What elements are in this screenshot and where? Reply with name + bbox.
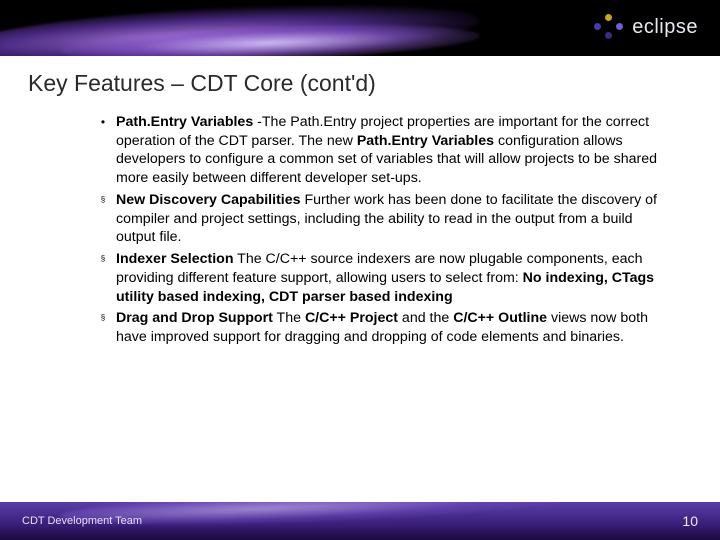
header-bar: eclipse (0, 0, 720, 56)
footer-team: CDT Development Team (22, 515, 142, 527)
bullet-square-icon: § (96, 250, 110, 268)
slide-title: Key Features – CDT Core (cont'd) (0, 56, 720, 105)
bullet-square-icon: § (96, 309, 110, 327)
eclipse-logo: eclipse (594, 14, 698, 40)
bullet-text-run: New Discovery Capabilities (116, 192, 301, 208)
page-number: 10 (682, 513, 698, 529)
bullet-list: •Path.Entry Variables -The Path.Entry pr… (96, 113, 674, 347)
bullet-text-run: and the (398, 310, 453, 326)
bullet-item: §New Discovery Capabilities Further work… (96, 191, 674, 247)
bullet-text-run: Path.Entry Variables (116, 114, 253, 130)
bullet-square-icon: § (96, 191, 110, 209)
bullet-text-run: C/C++ Outline (453, 310, 547, 326)
eclipse-logo-text: eclipse (632, 16, 698, 39)
slide-body: •Path.Entry Variables -The Path.Entry pr… (0, 105, 720, 502)
eclipse-logo-icon (594, 14, 624, 40)
bullet-text-run: Path.Entry Variables (357, 133, 494, 149)
slide: eclipse Key Features – CDT Core (cont'd)… (0, 0, 720, 540)
bullet-dot-icon: • (96, 113, 110, 131)
bullet-item: §Indexer Selection The C/C++ source inde… (96, 250, 674, 306)
bullet-item: •Path.Entry Variables -The Path.Entry pr… (96, 113, 674, 188)
bullet-item: § Drag and Drop Support The C/C++ Project… (96, 309, 674, 346)
bullet-text-run: Drag and Drop Support (116, 310, 273, 326)
bullet-text-run: The (273, 310, 305, 326)
bullet-text-run: Indexer Selection (116, 251, 233, 267)
bullet-text-run: C/C++ Project (305, 310, 398, 326)
footer-bar: CDT Development Team 10 (0, 502, 720, 540)
